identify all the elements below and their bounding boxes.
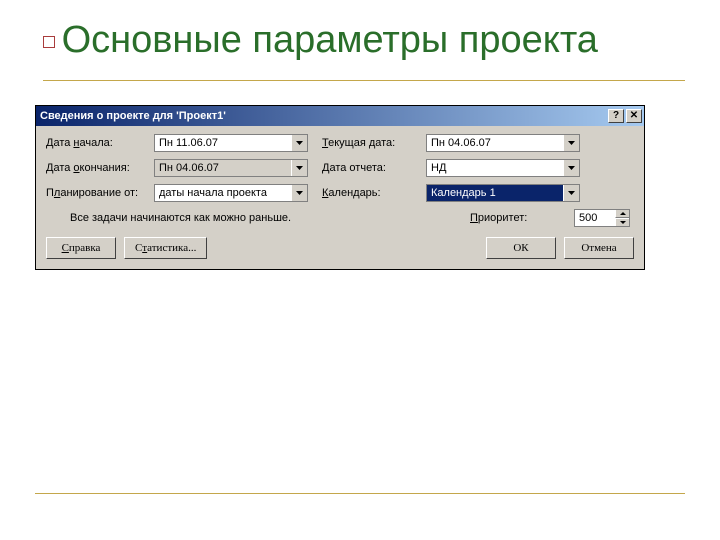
current-date-dropdown[interactable]: Пн 04.06.07 — [426, 134, 580, 152]
chevron-down-icon[interactable] — [563, 160, 579, 176]
priority-stepper[interactable]: 500 — [574, 209, 630, 227]
label-report-date: Дата отчета: — [322, 162, 412, 174]
chevron-down-icon[interactable] — [563, 185, 579, 201]
chevron-down-icon[interactable] — [291, 135, 307, 151]
calendar-dropdown[interactable]: Календарь 1 — [426, 184, 580, 202]
report-date-dropdown[interactable]: НД — [426, 159, 580, 177]
label-plan-from: Планирование от: — [46, 187, 140, 199]
label-calendar: Календарь: — [322, 187, 412, 199]
start-date-dropdown[interactable]: Пн 11.06.07 — [154, 134, 308, 152]
priority-value: 500 — [575, 210, 615, 226]
close-button[interactable]: ✕ — [626, 109, 642, 123]
label-priority: Приоритет: — [470, 212, 560, 224]
help-link-button[interactable]: Справка — [46, 237, 116, 259]
calendar-value: Календарь 1 — [427, 185, 563, 201]
chevron-down-icon[interactable] — [291, 185, 307, 201]
label-start-date: Дата начала: — [46, 137, 140, 149]
cancel-button[interactable]: Отмена — [564, 237, 634, 259]
plan-from-value: даты начала проекта — [155, 185, 291, 201]
chevron-down-icon — [291, 160, 307, 176]
spin-up-icon[interactable] — [615, 210, 629, 218]
help-button[interactable]: ? — [608, 109, 624, 123]
dialog-body: Дата начала: Пн 11.06.07 Текущая дата: П… — [36, 126, 644, 269]
statistics-button[interactable]: Статистика... — [124, 237, 207, 259]
titlebar-text: Сведения о проекте для 'Проект1' — [40, 110, 606, 122]
start-date-value: Пн 11.06.07 — [155, 135, 291, 151]
footer-divider — [35, 493, 685, 494]
titlebar: Сведения о проекте для 'Проект1' ? ✕ — [36, 106, 644, 126]
current-date-value: Пн 04.06.07 — [427, 135, 563, 151]
slide: Основные параметры проекта Сведения о пр… — [0, 0, 720, 540]
note-text: Все задачи начинаются как можно раньше. — [46, 212, 308, 224]
chevron-down-icon[interactable] — [563, 135, 579, 151]
report-date-value: НД — [427, 160, 563, 176]
project-info-dialog: Сведения о проекте для 'Проект1' ? ✕ Дат… — [35, 105, 645, 270]
label-current-date: Текущая дата: — [322, 137, 412, 149]
end-date-value: Пн 04.06.07 — [155, 160, 291, 176]
plan-from-dropdown[interactable]: даты начала проекта — [154, 184, 308, 202]
spin-down-icon[interactable] — [615, 218, 629, 226]
label-end-date: Дата окончания: — [46, 162, 140, 174]
ok-button[interactable]: ОК — [486, 237, 556, 259]
end-date-dropdown: Пн 04.06.07 — [154, 159, 308, 177]
page-title: Основные параметры проекта — [43, 20, 685, 81]
bullet-icon — [43, 36, 55, 48]
